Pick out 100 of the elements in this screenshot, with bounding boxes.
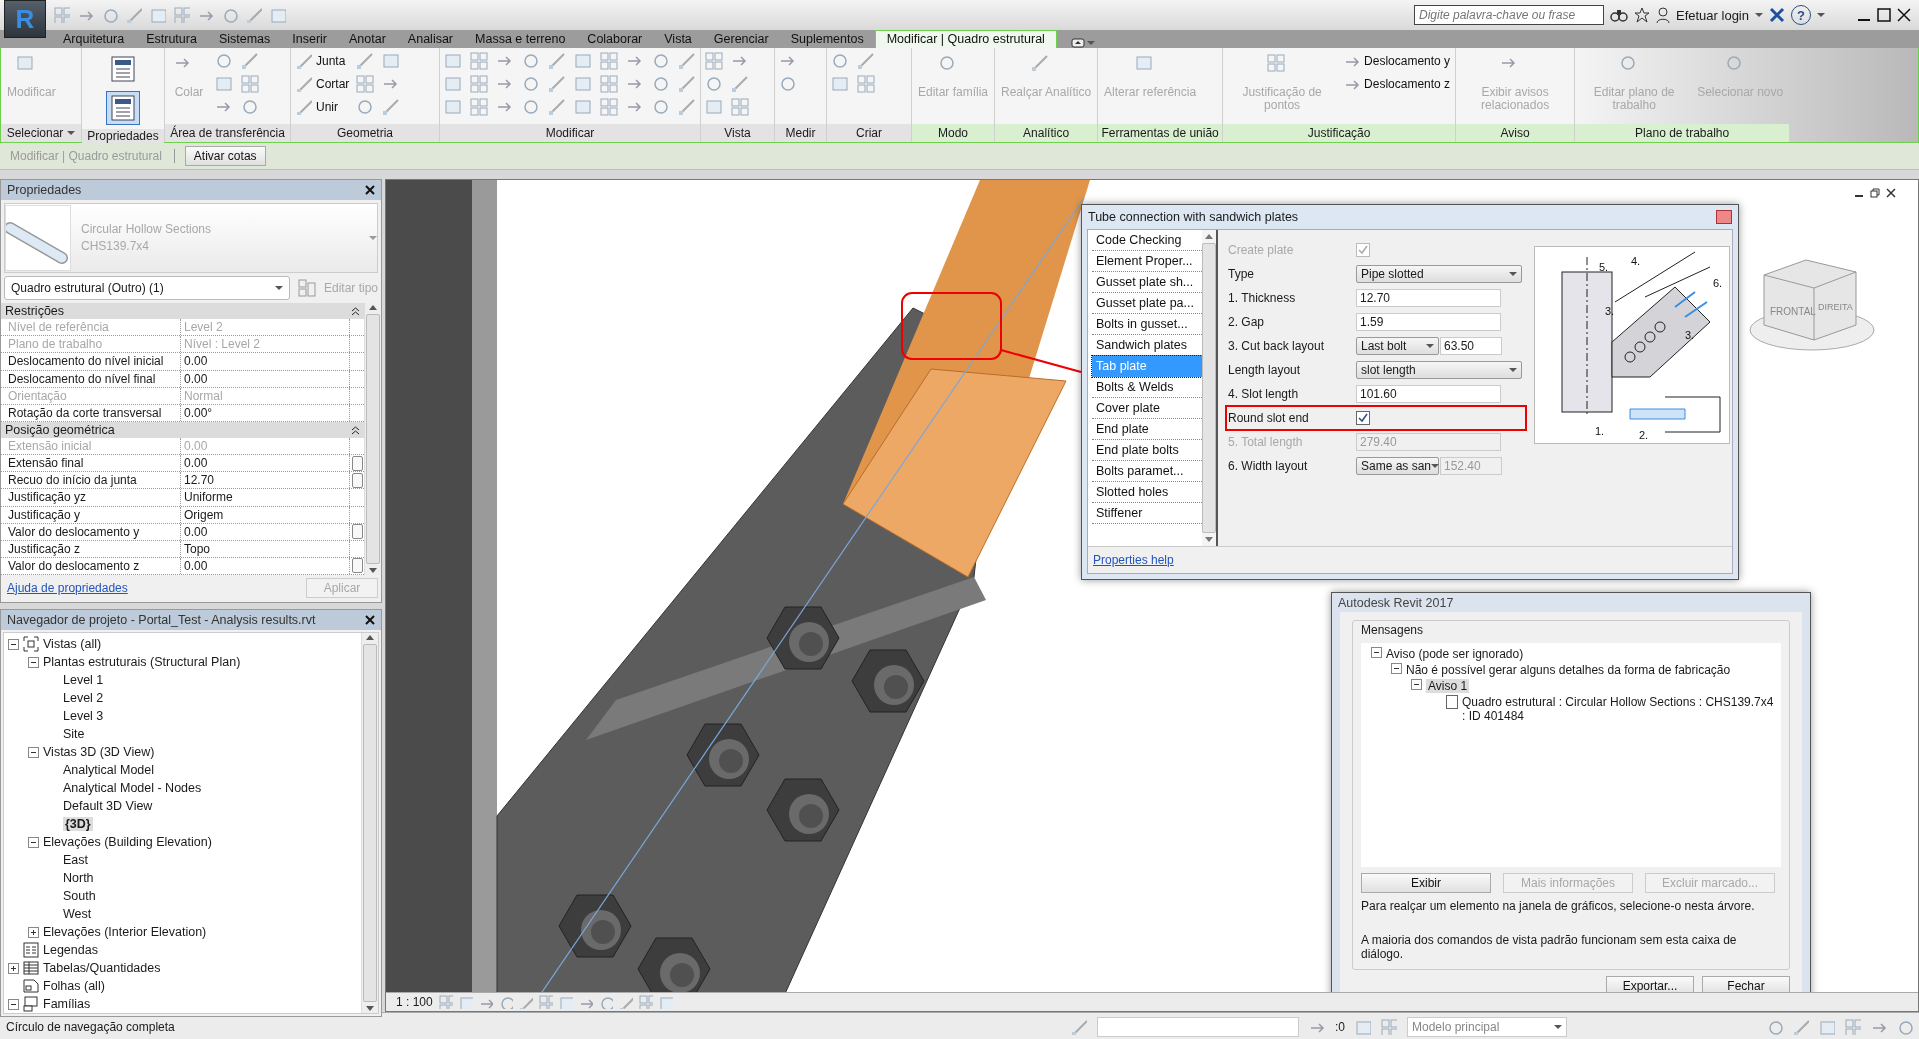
tree-item[interactable]: South bbox=[63, 889, 96, 903]
grid-icon[interactable] bbox=[54, 7, 70, 23]
circle-icon[interactable] bbox=[215, 52, 233, 70]
square-icon[interactable] bbox=[444, 52, 462, 70]
tree-item[interactable]: East bbox=[63, 853, 88, 867]
property-value[interactable]: 0.00 bbox=[181, 523, 349, 540]
grid-icon[interactable] bbox=[600, 98, 618, 116]
circle-icon[interactable] bbox=[705, 75, 723, 93]
ribbon-tab[interactable]: Modificar | Quadro estrutural bbox=[874, 30, 1057, 48]
line-icon[interactable] bbox=[548, 52, 566, 70]
scrollbar-thumb[interactable] bbox=[363, 644, 377, 1002]
square-icon[interactable] bbox=[574, 98, 592, 116]
grid-icon[interactable] bbox=[538, 995, 553, 1009]
property-value[interactable]: 0.00 bbox=[181, 455, 349, 472]
line-icon[interactable] bbox=[246, 7, 262, 23]
toggle-button[interactable]: Ativar cotas bbox=[184, 146, 266, 166]
grid-icon[interactable] bbox=[174, 7, 190, 23]
line-icon[interactable] bbox=[126, 7, 142, 23]
dialog-button[interactable]: Exibir bbox=[1361, 873, 1491, 893]
workset-field[interactable] bbox=[1097, 1017, 1299, 1037]
line-icon[interactable] bbox=[857, 52, 875, 70]
property-value[interactable]: Topo bbox=[181, 540, 349, 557]
expand-toggle[interactable] bbox=[28, 836, 39, 848]
grid-icon[interactable] bbox=[356, 75, 375, 93]
grid-icon[interactable] bbox=[438, 995, 453, 1009]
associate-parameter-button[interactable] bbox=[351, 472, 363, 488]
tree-item[interactable]: Elevações (Building Elevation) bbox=[43, 835, 212, 849]
line-icon[interactable] bbox=[548, 98, 566, 116]
line-icon[interactable] bbox=[241, 52, 259, 70]
circle-icon[interactable] bbox=[779, 75, 797, 93]
dropdown[interactable]: Pipe slotted bbox=[1356, 265, 1522, 283]
maximize-icon[interactable] bbox=[1877, 8, 1891, 22]
close-button[interactable] bbox=[365, 185, 375, 195]
scrollbar-thumb[interactable] bbox=[366, 314, 380, 564]
input-field[interactable]: 1.59 bbox=[1356, 313, 1501, 331]
checkbox[interactable] bbox=[1356, 411, 1370, 425]
tree-item[interactable]: West bbox=[63, 907, 92, 921]
restore-icon[interactable] bbox=[1870, 188, 1880, 198]
expand-toggle[interactable] bbox=[28, 656, 39, 668]
ribbon-tab[interactable]: Inserir bbox=[281, 31, 338, 48]
edit-type-icon[interactable] bbox=[297, 279, 316, 297]
expand-toggle[interactable] bbox=[1411, 679, 1422, 690]
tree-item[interactable]: Vistas (all) bbox=[43, 637, 102, 651]
circle-icon[interactable] bbox=[1767, 1019, 1783, 1035]
tree-item[interactable]: Level 2 bbox=[63, 691, 104, 705]
user-icon[interactable] bbox=[1656, 7, 1670, 23]
scrollbar-thumb[interactable] bbox=[1202, 243, 1216, 533]
square-icon[interactable] bbox=[574, 52, 592, 70]
line-icon[interactable] bbox=[548, 75, 566, 93]
grid-icon[interactable] bbox=[600, 52, 618, 70]
property-value[interactable]: 12.70 bbox=[181, 472, 349, 489]
circle-icon[interactable] bbox=[522, 52, 540, 70]
tree-item[interactable]: {3D} bbox=[63, 817, 93, 831]
properties-toggle[interactable] bbox=[106, 91, 140, 125]
collapse-icon[interactable] bbox=[351, 424, 360, 435]
tree-item[interactable]: Site bbox=[63, 727, 85, 741]
grid-icon[interactable] bbox=[1381, 1019, 1397, 1035]
square-icon[interactable] bbox=[705, 98, 723, 116]
tree-item[interactable]: Default 3D View bbox=[63, 799, 153, 813]
caret-icon[interactable] bbox=[1426, 343, 1434, 349]
caret-icon[interactable] bbox=[1509, 271, 1517, 277]
associate-parameter-button[interactable] bbox=[351, 455, 363, 471]
tree-item[interactable]: Level 1 bbox=[63, 673, 104, 687]
caret-icon[interactable] bbox=[1554, 1024, 1562, 1030]
caret-icon[interactable] bbox=[1509, 367, 1517, 373]
checkbox[interactable] bbox=[1446, 695, 1458, 709]
grid-icon[interactable] bbox=[600, 75, 618, 93]
property-value[interactable]: Origem bbox=[181, 506, 349, 523]
circle-icon[interactable] bbox=[522, 75, 540, 93]
grid-icon[interactable] bbox=[857, 75, 875, 93]
line-icon[interactable] bbox=[678, 52, 696, 70]
grid-icon[interactable] bbox=[1845, 1019, 1861, 1035]
instance-filter-dropdown[interactable]: Quadro estrutural (Outro) (1) bbox=[4, 276, 290, 300]
design-option-dropdown[interactable]: Modelo principal bbox=[1407, 1017, 1567, 1037]
expand-toggle[interactable] bbox=[28, 746, 39, 758]
ribbon-tab[interactable]: Gerenciar bbox=[702, 31, 780, 48]
scroll-down-icon[interactable] bbox=[369, 568, 377, 573]
expand-toggle[interactable] bbox=[1371, 647, 1382, 658]
tree-item[interactable]: Legendas bbox=[43, 943, 98, 957]
line-icon[interactable] bbox=[1071, 1019, 1087, 1035]
model-view[interactable] bbox=[386, 180, 1918, 992]
tree-item[interactable]: Aviso 1 bbox=[1426, 679, 1470, 693]
tree-item[interactable]: Famílias bbox=[43, 997, 91, 1011]
ribbon-tab[interactable]: Arquitetura bbox=[52, 31, 136, 48]
ribbon-tab[interactable]: Analisar bbox=[396, 31, 465, 48]
search-field[interactable]: Digite palavra-chave ou frase bbox=[1414, 5, 1604, 25]
circle-icon[interactable] bbox=[831, 52, 849, 70]
property-value[interactable]: 0.00 bbox=[181, 370, 349, 387]
circle-icon[interactable] bbox=[102, 7, 118, 23]
ribbon-tab[interactable]: Massa e terreno bbox=[464, 31, 577, 48]
line-icon[interactable] bbox=[356, 52, 375, 70]
dialog-button[interactable]: Exportar... bbox=[1606, 976, 1694, 992]
scroll-up-icon[interactable] bbox=[369, 305, 377, 310]
expand-toggle[interactable] bbox=[8, 962, 19, 974]
expand-toggle[interactable] bbox=[8, 638, 19, 650]
tree-item[interactable]: Plantas estruturais (Structural Plan) bbox=[43, 655, 241, 669]
input-field[interactable]: 63.50 bbox=[1440, 337, 1502, 355]
circle-icon[interactable] bbox=[522, 98, 540, 116]
collapse-icon[interactable] bbox=[351, 306, 360, 317]
panel-toggle-icon[interactable] bbox=[1070, 38, 1085, 48]
